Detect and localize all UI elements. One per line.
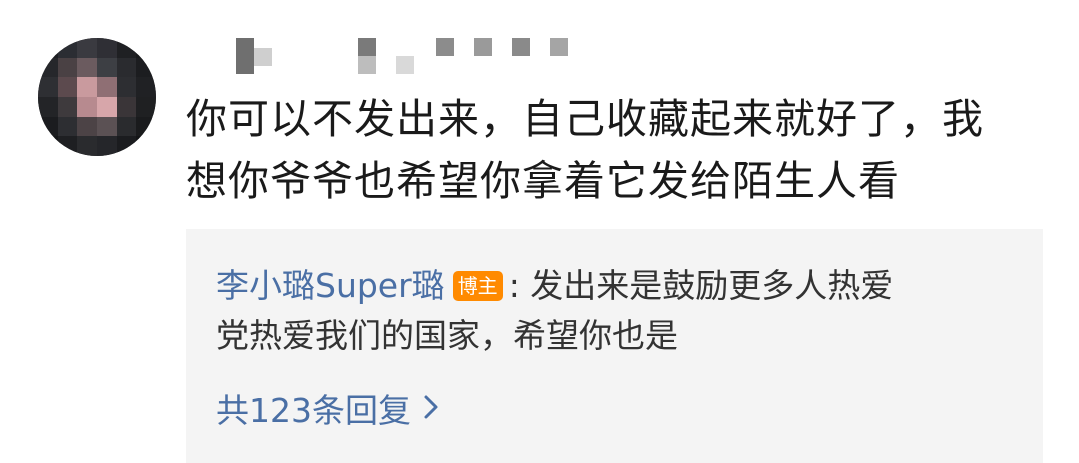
- reply-separator: :: [508, 266, 520, 305]
- avatar[interactable]: [38, 38, 156, 156]
- view-all-replies-link[interactable]: 共123条回复: [216, 389, 439, 433]
- comment-line-2: 想你爷爷也希望你拿着它发给陌生人看: [186, 157, 900, 205]
- reply-text-line-1: 发出来是鼓励更多人热爱: [519, 266, 894, 305]
- reply-text-line-2: 党热爱我们的国家，希望你也是: [216, 316, 678, 355]
- reply-preview[interactable]: 李小璐Super璐 博主: 发出来是鼓励更多人热爱党热爱我们的国家，希望你也是 共…: [186, 229, 1043, 463]
- reply-count-label: 共123条回复: [216, 391, 411, 430]
- chevron-right-icon: [423, 389, 439, 433]
- reply-author-name[interactable]: 李小璐Super璐: [216, 266, 445, 305]
- author-badge: 博主: [452, 271, 503, 301]
- reply-content: 李小璐Super璐 博主: 发出来是鼓励更多人热爱党热爱我们的国家，希望你也是: [216, 261, 1016, 361]
- comment-text: 你可以不发出来，自己收藏起来就好了，我 想你爷爷也希望你拿着它发给陌生人看: [186, 88, 1056, 212]
- username-blurred[interactable]: [236, 38, 596, 82]
- comment-line-1: 你可以不发出来，自己收藏起来就好了，我: [186, 95, 984, 143]
